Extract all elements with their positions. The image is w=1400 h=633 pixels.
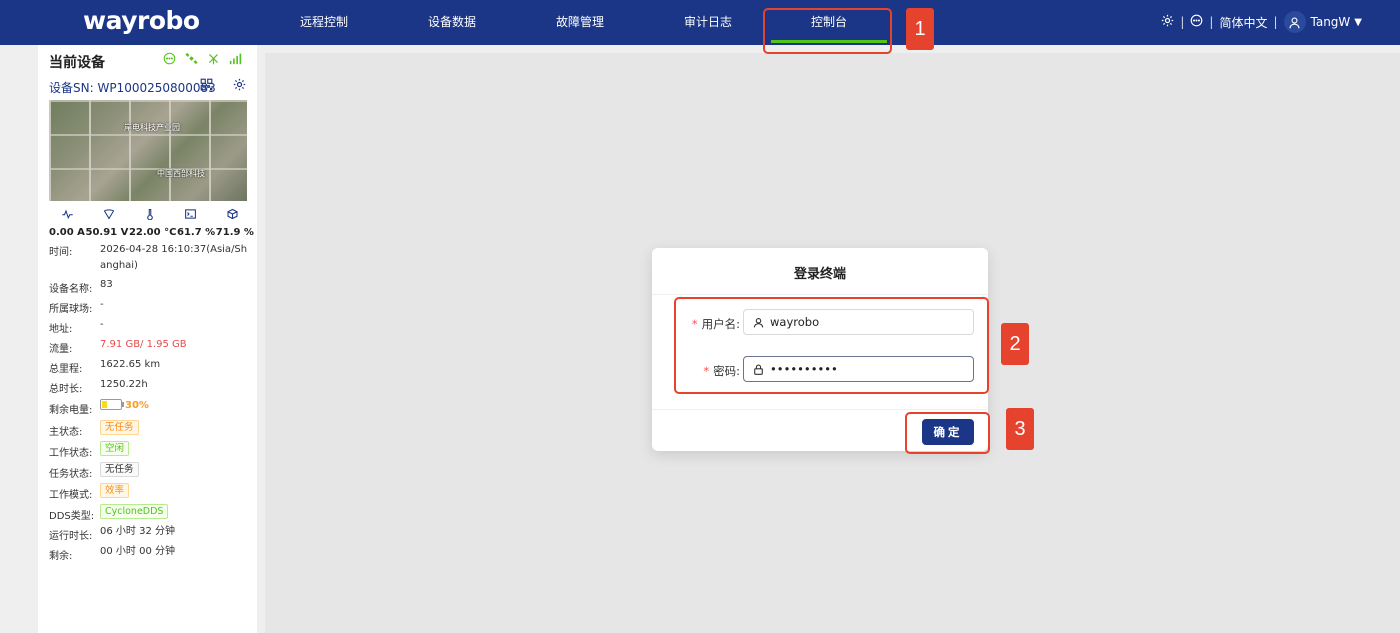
info-label: 时间: <box>49 247 73 258</box>
divider <box>652 409 988 410</box>
battery-fill <box>102 401 108 408</box>
top-navbar: wayrobo 远程控制 设备数据 故障管理 审计日志 控制台 | | 简体中文… <box>0 0 1400 45</box>
current-value: 0.00 A <box>49 227 85 238</box>
nav-audit-log[interactable]: 审计日志 <box>663 13 753 30</box>
cpu-value: 61.7 % <box>177 227 216 238</box>
storage-value: 71.9 % <box>215 227 254 238</box>
annotation-badge-2: 2 <box>1001 323 1029 365</box>
annotation-badge-1: 1 <box>906 8 934 50</box>
info-label: DDS类型: <box>49 511 95 522</box>
voltage-value: 50.91 V <box>85 227 129 238</box>
modal-title: 登录终端 <box>793 267 846 282</box>
device-sidebar: 当前设备 设备SN: WP1000250800083 岸电科技产业园 中国西部科… <box>38 45 257 633</box>
info-value: 00 小时 00 分钟 <box>100 546 175 557</box>
info-label: 主状态: <box>49 427 83 438</box>
info-value: 1622.65 km <box>100 359 161 370</box>
info-label: 所属球场: <box>49 304 93 315</box>
signal-bars-icon <box>229 52 242 68</box>
caret-down-icon[interactable]: ▼ <box>1354 17 1362 28</box>
info-value: 2026-04-28 16:10:37(Asia/Shanghai) <box>100 244 248 271</box>
map-label: 中国西部科技 <box>157 169 205 178</box>
info-value: 06 小时 32 分钟 <box>100 526 175 537</box>
annotation-box-3 <box>905 412 990 454</box>
info-label: 剩余电量: <box>49 405 93 416</box>
logo[interactable]: wayrobo <box>83 6 200 35</box>
gear-icon[interactable] <box>1161 14 1174 30</box>
status-icons <box>163 52 242 68</box>
satellite-map[interactable]: 岸电科技产业园 中国西部科技 <box>49 100 247 201</box>
info-value: 1250.22h <box>100 379 148 390</box>
info-label: 流量: <box>49 344 73 355</box>
info-value: - <box>100 299 104 310</box>
pulse-icon <box>61 208 74 223</box>
info-value: - <box>100 319 104 330</box>
terminal-icon <box>184 208 197 223</box>
thermometer-icon <box>144 208 156 223</box>
user-avatar-icon[interactable] <box>1283 11 1306 33</box>
info-value: 7.91 GB/ 1.95 GB <box>100 339 187 350</box>
metrics-values: 0.00 A 50.91 V 22.00 °C 61.7 % 71.9 % <box>49 227 254 238</box>
info-label: 总里程: <box>49 364 83 375</box>
sidebar-title: 当前设备 <box>49 55 105 71</box>
metrics-icons <box>49 208 247 223</box>
storage-icon <box>226 208 239 223</box>
info-label: 剩余: <box>49 551 73 562</box>
separator: | <box>1180 15 1185 29</box>
nav-fault-management[interactable]: 故障管理 <box>535 13 625 30</box>
status-badge: 效率 <box>100 483 130 498</box>
info-value: 83 <box>100 279 113 290</box>
language-selector[interactable]: 简体中文 <box>1219 14 1267 31</box>
status-badge: CycloneDDS <box>100 504 169 519</box>
battery-icon <box>100 399 124 410</box>
info-label: 设备名称: <box>49 284 93 295</box>
signal-tower-icon <box>207 52 220 68</box>
top-right-toolbar: | | 简体中文 | TangW ▼ <box>1161 11 1362 33</box>
battery-indicator: 30% <box>100 398 250 414</box>
settings-icon[interactable] <box>233 78 246 95</box>
status-badge: 无任务 <box>100 462 139 477</box>
info-label: 总时长: <box>49 384 83 395</box>
temperature-value: 22.00 °C <box>128 227 177 238</box>
satellite-icon <box>185 52 198 68</box>
nav-device-data[interactable]: 设备数据 <box>407 13 497 30</box>
chat-status-icon <box>163 52 176 68</box>
status-badge: 无任务 <box>100 420 139 435</box>
qrcode-icon[interactable] <box>200 78 213 95</box>
annotation-badge-3: 3 <box>1006 408 1034 450</box>
info-label: 工作状态: <box>49 448 93 459</box>
map-label: 岸电科技产业园 <box>124 123 180 132</box>
info-label: 任务状态: <box>49 469 93 480</box>
status-badge: 空闲 <box>100 441 130 456</box>
annotation-box-1 <box>763 8 892 54</box>
message-icon[interactable] <box>1190 14 1203 30</box>
battery-value: 30% <box>125 400 149 411</box>
info-label: 工作模式: <box>49 490 93 501</box>
nav-remote-control[interactable]: 远程控制 <box>279 13 369 30</box>
separator: | <box>1209 15 1214 29</box>
device-sn: 设备SN: WP1000250800083 <box>49 81 216 95</box>
info-label: 运行时长: <box>49 531 93 542</box>
separator: | <box>1273 15 1278 29</box>
sn-actions <box>200 78 246 95</box>
user-name[interactable]: TangW <box>1311 15 1351 29</box>
info-label: 地址: <box>49 324 73 335</box>
voltage-icon <box>103 208 115 223</box>
divider <box>652 294 988 295</box>
annotation-box-2 <box>674 297 989 394</box>
